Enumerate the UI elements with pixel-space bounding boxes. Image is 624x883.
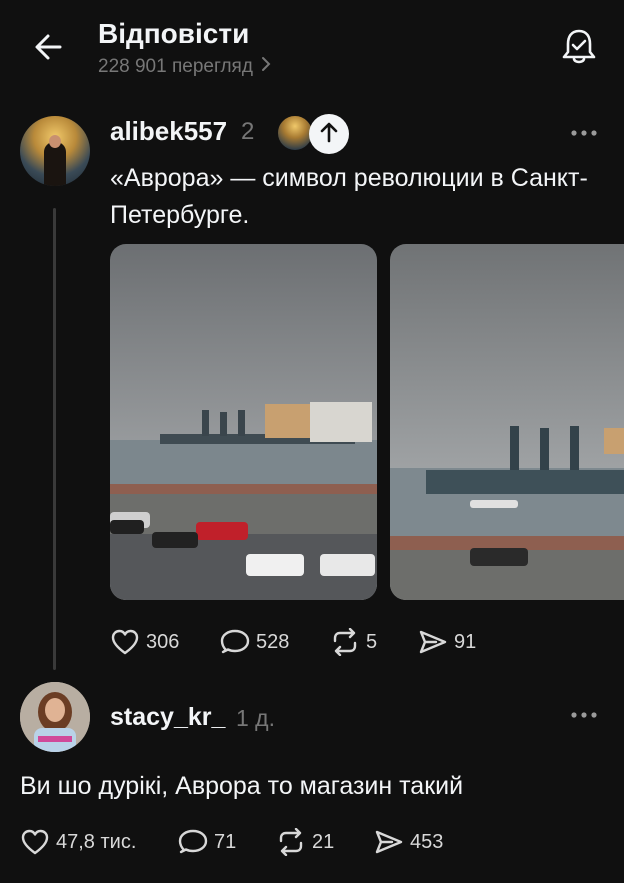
more-options-icon[interactable] [570,124,598,142]
heart-icon [110,628,140,656]
more-options-icon[interactable] [570,706,598,724]
share-button[interactable]: 453 [374,828,443,856]
repost-button[interactable]: 21 [276,828,334,856]
like-button[interactable]: 306 [110,628,179,656]
reply-text: Ви шо дурікі, Аврора то магазин такий [20,772,464,800]
post-time: 2 [241,118,255,145]
views-count-link[interactable]: 228 901 перегляд [98,56,271,78]
heart-icon [20,828,50,856]
chevron-right-icon [261,56,271,78]
repost-icon [330,628,360,656]
repost-count: 21 [312,830,335,853]
comment-count: 528 [256,630,290,653]
comment-icon [220,628,250,656]
like-count: 47,8 тис. [56,830,137,853]
comment-button[interactable]: 71 [178,828,236,856]
avatar[interactable] [20,682,90,752]
avatar[interactable] [20,116,90,186]
like-count: 306 [146,630,180,653]
like-button[interactable]: 47,8 тис. [20,828,136,856]
comment-button[interactable]: 528 [220,628,289,656]
send-icon [418,628,448,656]
repost-count: 5 [366,630,378,653]
views-count: 228 901 перегляд [98,56,253,77]
bell-check-icon[interactable] [558,26,600,68]
share-count: 453 [410,830,444,853]
reply-time: 1 д. [236,705,275,731]
page-title: Відповісти [98,18,250,49]
share-button[interactable]: 91 [418,628,476,656]
arrow-up-icon [319,121,339,148]
thread-line [53,208,56,670]
repost-icon [276,828,306,856]
share-count: 91 [454,630,477,653]
comment-count: 71 [214,830,237,853]
post-image-1[interactable] [110,244,377,600]
post-text: «Аврора» — символ революции в Санкт-Пете… [110,164,588,229]
repost-button[interactable]: 5 [330,628,377,656]
scroll-up-button[interactable] [309,114,349,154]
back-arrow-icon[interactable] [30,28,68,66]
post-username[interactable]: alibek557 [110,116,227,147]
post-image-2[interactable] [390,244,624,600]
send-icon [374,828,404,856]
comment-icon [178,828,208,856]
reply-username[interactable]: stacy_kr_ [110,703,225,732]
